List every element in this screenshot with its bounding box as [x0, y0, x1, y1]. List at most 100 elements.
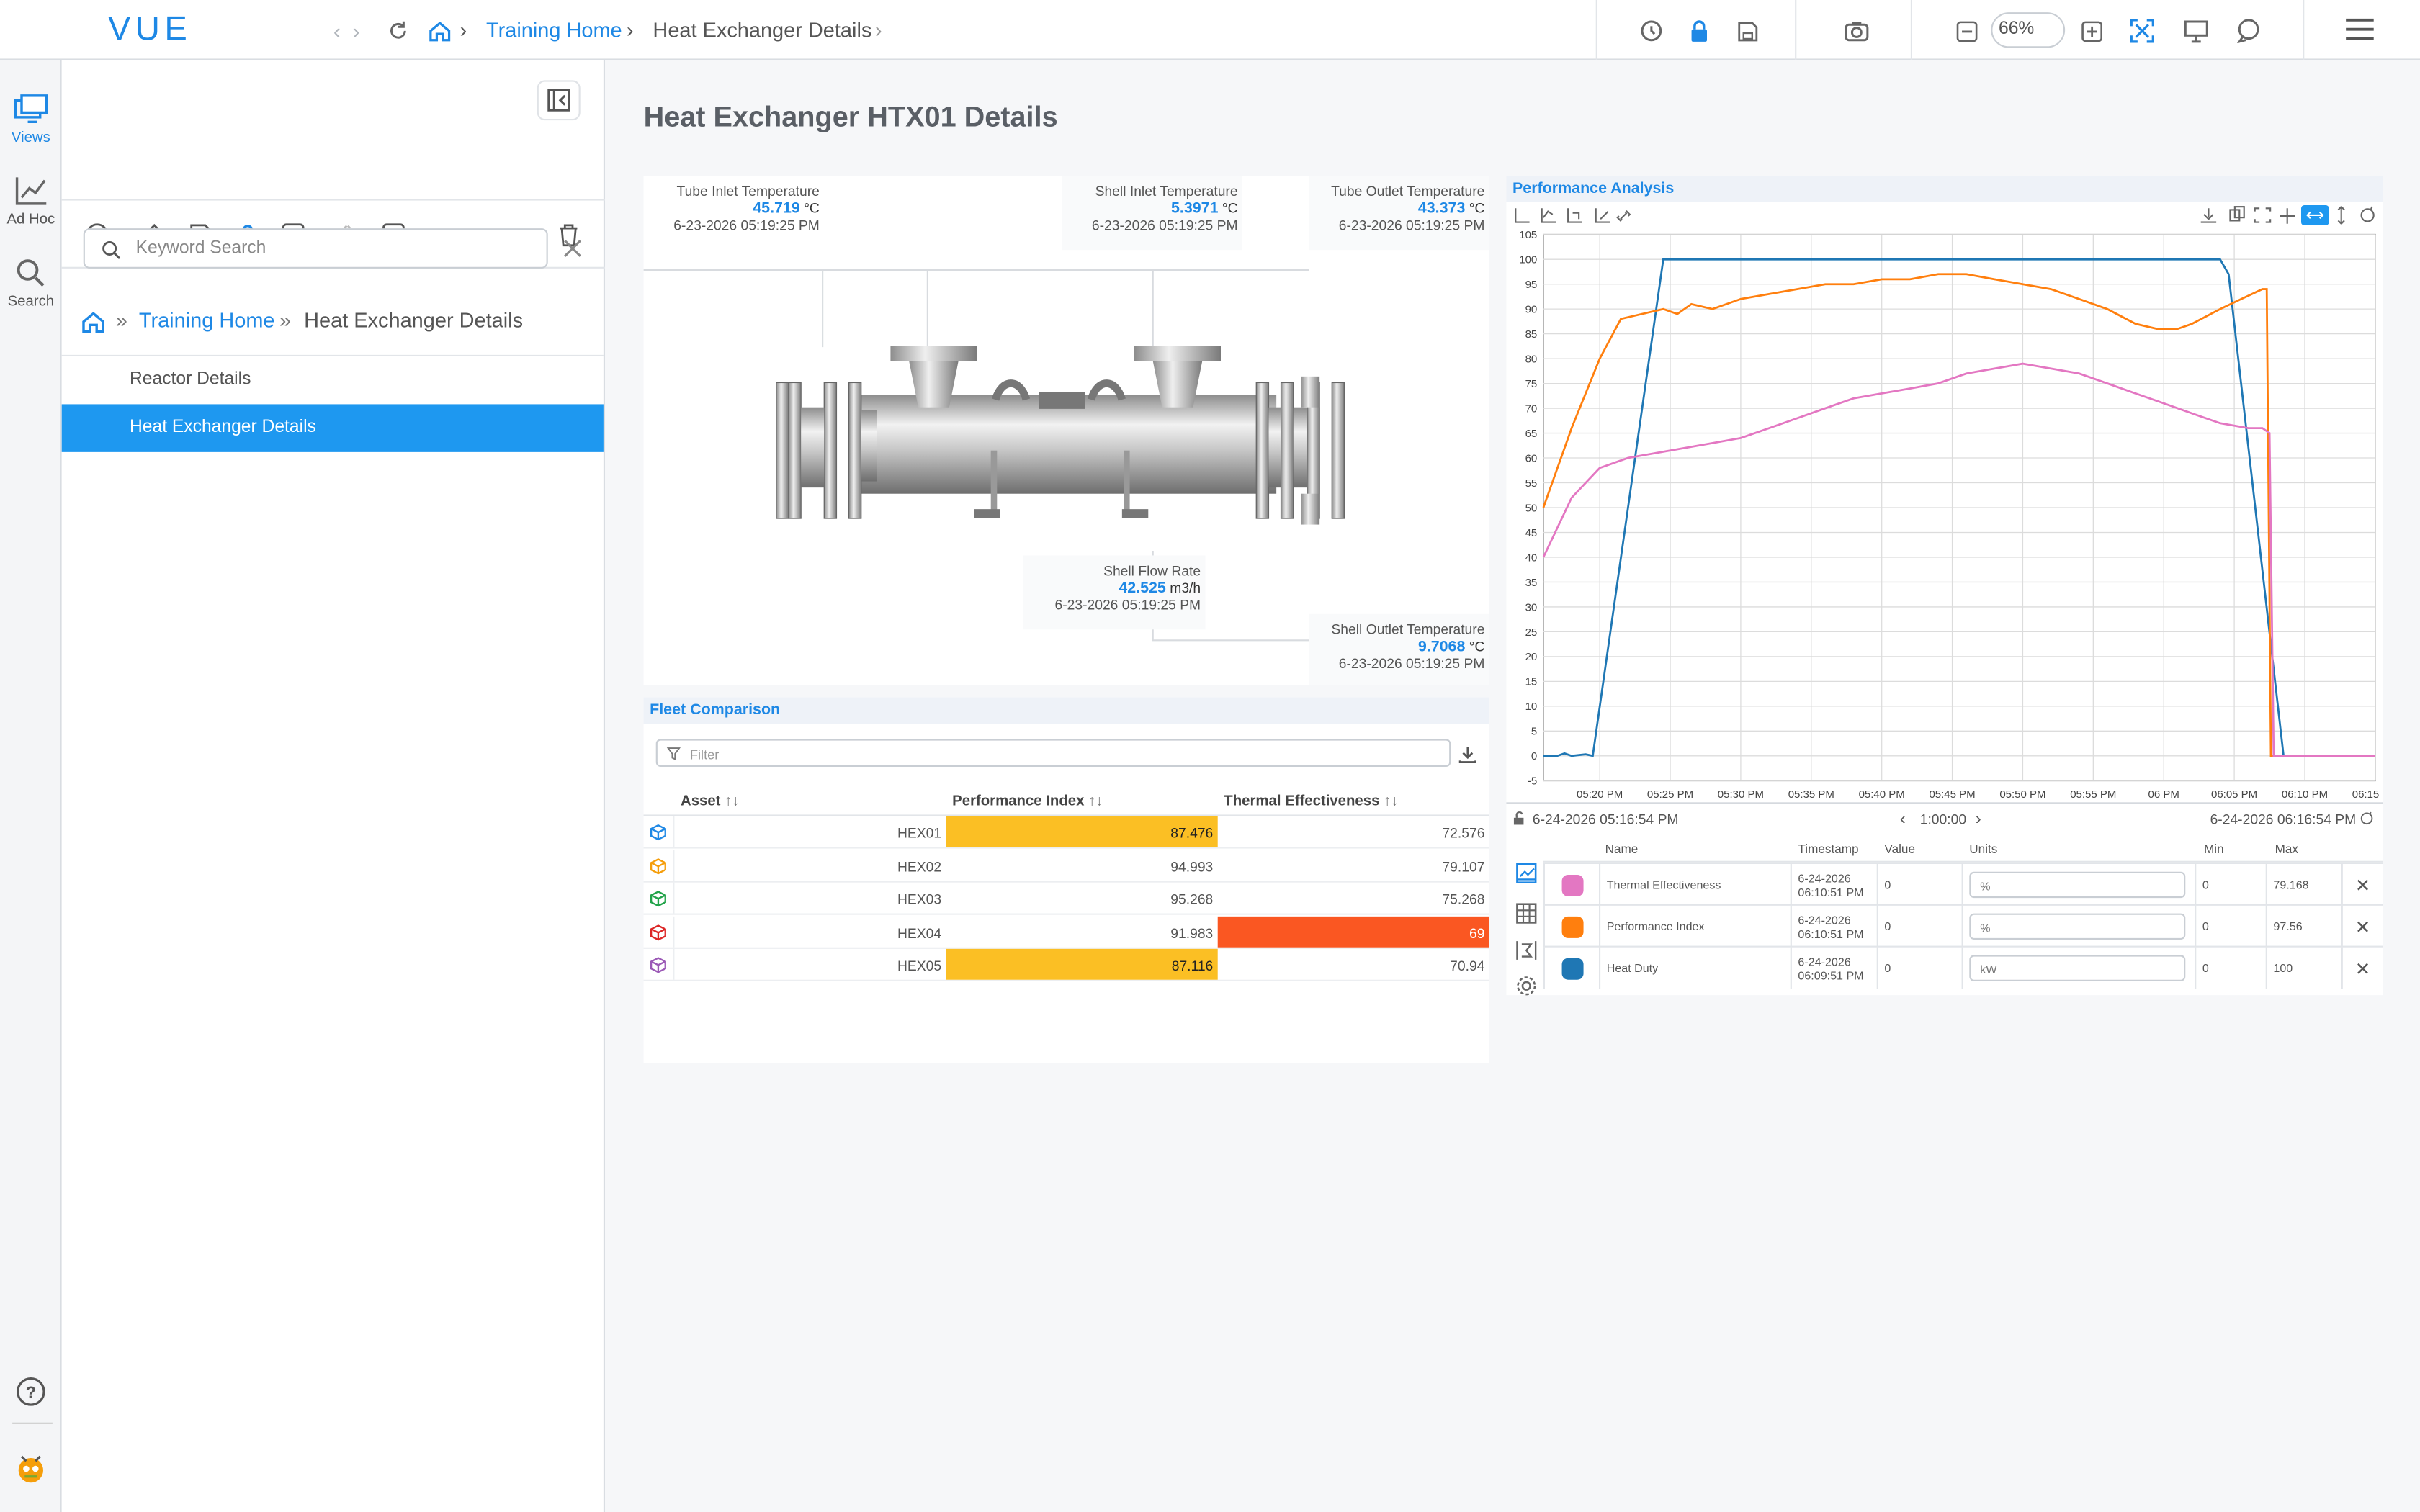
performance-line-chart[interactable]: 1051009590858075706560555045403530252015… — [1506, 230, 2383, 804]
remove-series-icon[interactable]: ✕ — [2341, 947, 2383, 989]
filter-input[interactable]: Filter — [655, 739, 1451, 767]
copy-icon[interactable] — [2229, 206, 2245, 222]
column-header-units: Units — [1969, 842, 1998, 857]
chat-icon[interactable] — [2232, 14, 2266, 48]
settings-gear-icon[interactable] — [1510, 969, 1543, 1003]
zoom-in-icon[interactable] — [2074, 14, 2108, 48]
fullscreen-icon[interactable] — [2254, 207, 2272, 223]
divider — [1910, 0, 1912, 60]
camera-icon[interactable] — [1839, 14, 1873, 48]
collapse-panel-icon[interactable] — [537, 80, 581, 121]
table-row[interactable]: HEX05 87.116 70.94 — [643, 948, 1489, 981]
chart-view-icon[interactable] — [1510, 856, 1543, 890]
breadcrumb-chevron-icon[interactable]: › — [875, 19, 882, 42]
cell-max: 79.168 — [2265, 864, 2341, 906]
time-range-start[interactable]: 6-24-2026 05:16:54 PM — [1533, 811, 1679, 827]
series-color-swatch[interactable] — [1561, 873, 1583, 896]
robot-avatar-icon[interactable] — [0, 1450, 62, 1487]
cell-min: 0 — [2195, 905, 2266, 948]
pan-icon[interactable] — [2279, 208, 2295, 224]
rail-search[interactable]: Search — [0, 258, 62, 310]
table-row[interactable]: HEX03 95.268 75.268 — [643, 882, 1489, 915]
download-chart-icon[interactable] — [2200, 208, 2217, 223]
breadcrumb-home[interactable]: Training Home — [139, 309, 275, 332]
y-tick-label: 50 — [1525, 502, 1538, 514]
trend-row[interactable]: Heat Duty 6-24-2026 06:09:51 PM 0 kW 0 100 ✕ — [1543, 945, 2383, 989]
hamburger-menu-icon[interactable] — [2343, 12, 2377, 46]
column-header-asset[interactable]: Asset ↑↓ — [681, 793, 739, 810]
chart-toolbar — [1506, 202, 2383, 230]
sort-icon[interactable]: ↑↓ — [725, 793, 739, 810]
callout-label: Shell Outlet Temperature — [1331, 621, 1485, 637]
series-color-swatch[interactable] — [1561, 915, 1583, 937]
remove-series-icon[interactable]: ✕ — [2341, 905, 2383, 948]
table-row[interactable]: HEX01 87.476 72.576 — [643, 816, 1489, 849]
link-icon[interactable] — [1616, 210, 1631, 222]
series-color-cell[interactable] — [1543, 864, 1599, 906]
rail-views[interactable]: Views — [0, 94, 62, 147]
home-icon[interactable] — [80, 309, 106, 335]
keyword-search-input[interactable]: Keyword Search — [83, 228, 548, 269]
help-icon[interactable]: ? — [0, 1376, 62, 1407]
views-panel: Keyword Search » Training Home » Heat Ex… — [61, 60, 605, 1512]
y-tick-label: 100 — [1519, 254, 1537, 266]
pan-y-icon[interactable] — [2337, 205, 2345, 225]
column-header-performance-index[interactable]: Performance Index ↑↓ — [952, 793, 1103, 810]
units-input[interactable]: % — [1969, 913, 2186, 940]
column-header-thermal-effectiveness[interactable]: Thermal Effectiveness ↑↓ — [1224, 793, 1398, 810]
zoom-x-icon[interactable] — [1567, 208, 1582, 223]
zoom-y-icon[interactable] — [1541, 208, 1556, 223]
back-arrow-icon[interactable]: ‹ — [333, 19, 341, 43]
timestamp-time: 06:09:51 PM — [1798, 968, 1864, 982]
autoscale-icon[interactable] — [1595, 208, 1610, 223]
performance-analysis-title: Performance Analysis — [1506, 176, 2383, 202]
time-range-end[interactable]: 6-24-2026 06:16:54 PM — [2210, 811, 2357, 827]
rail-adhoc[interactable]: Ad Hoc — [0, 176, 62, 228]
remove-series-icon[interactable]: ✕ — [2341, 864, 2383, 906]
presentation-icon[interactable] — [2179, 14, 2213, 48]
series-color-swatch[interactable] — [1561, 957, 1583, 979]
units-input[interactable]: kW — [1969, 955, 2186, 981]
series-color-cell[interactable] — [1543, 905, 1599, 948]
breadcrumb-home[interactable]: Training Home — [486, 19, 622, 42]
cell-units: kW — [1961, 947, 2195, 989]
zoom-input[interactable]: 66% — [1991, 12, 2066, 48]
performance-analysis-panel: Performance Analysis 105 100 95 90 85 80… — [1506, 176, 2383, 996]
reset-icon[interactable] — [2360, 206, 2375, 222]
pan-x-icon[interactable] — [2301, 205, 2329, 225]
previous-period-icon[interactable]: ‹ — [1900, 810, 1906, 829]
x-tick-label: 06:15 PM — [2352, 788, 2383, 801]
zoom-out-icon[interactable] — [1949, 14, 1983, 48]
timestamp-date: 6-24-2026 — [1798, 912, 1851, 927]
statistics-icon[interactable] — [1510, 933, 1543, 967]
cell-units: % — [1961, 864, 2195, 906]
download-icon[interactable] — [1451, 737, 1484, 771]
units-input[interactable]: % — [1969, 871, 2186, 899]
tree-item-heat-exchanger-details[interactable]: Heat Exchanger Details — [61, 404, 604, 452]
clear-search-icon[interactable] — [555, 231, 589, 265]
history-icon[interactable] — [1634, 14, 1668, 48]
tree-item-reactor-details[interactable]: Reactor Details — [62, 356, 604, 404]
save-icon[interactable] — [1730, 14, 1764, 48]
table-row[interactable]: HEX04 91.983 69 — [643, 915, 1489, 948]
home-icon[interactable] — [423, 14, 457, 48]
callout-unit: m3/h — [1170, 579, 1201, 595]
series-color-cell[interactable] — [1543, 947, 1599, 989]
refresh-icon[interactable] — [2360, 811, 2373, 825]
time-range-duration[interactable]: 1:00:00 — [1920, 811, 1966, 827]
fit-screen-icon[interactable] — [2125, 14, 2159, 48]
forward-arrow-icon[interactable]: › — [353, 19, 360, 43]
refresh-icon[interactable] — [381, 14, 415, 48]
trend-row[interactable]: Thermal Effectiveness 6-24-2026 06:10:51 P… — [1543, 862, 2383, 906]
zoom-xy-icon[interactable] — [1515, 208, 1530, 223]
lock-open-icon[interactable] — [1512, 811, 1526, 825]
trend-row[interactable]: Performance Index 6-24-2026 06:10:51 PM 0% 0… — [1543, 904, 2383, 948]
sort-icon[interactable]: ↑↓ — [1088, 793, 1103, 810]
sort-icon[interactable]: ↑↓ — [1384, 793, 1398, 810]
lock-icon[interactable] — [1682, 14, 1716, 48]
table-view-icon[interactable] — [1510, 896, 1543, 930]
next-period-icon[interactable]: › — [1976, 810, 1981, 829]
table-row[interactable]: HEX02 94.993 79.107 — [643, 849, 1489, 882]
column-label: Thermal Effectiveness — [1224, 793, 1380, 810]
y-tick-label: 70 — [1525, 402, 1538, 415]
